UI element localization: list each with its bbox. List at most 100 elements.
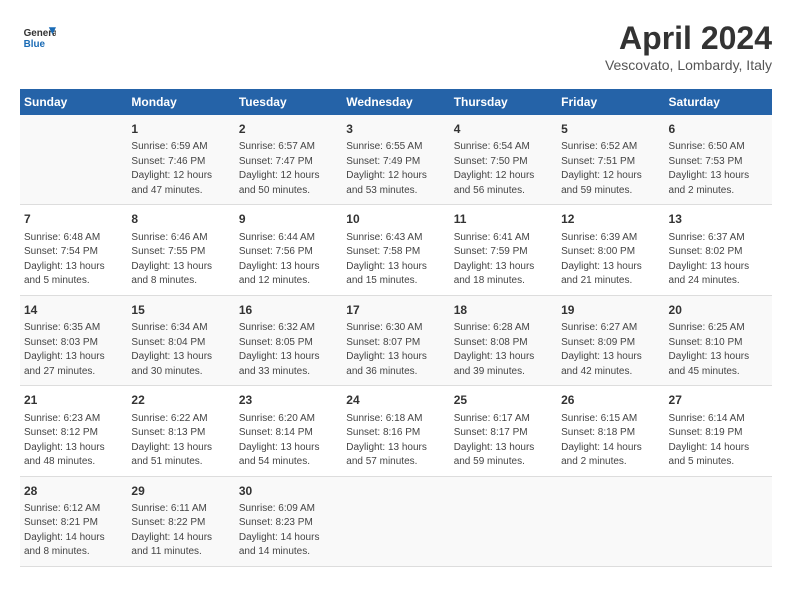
calendar-cell: 21Sunrise: 6:23 AM Sunset: 8:12 PM Dayli… [20, 386, 127, 476]
calendar-cell [665, 476, 772, 566]
day-info: Sunrise: 6:11 AM Sunset: 8:22 PM Dayligh… [131, 502, 230, 560]
day-number: 10 [346, 211, 445, 228]
calendar-cell: 14 Sunrise: 6:35 AM Sunset: 8:03 PM Dayli… [20, 295, 127, 385]
calendar-body: 1Sunrise: 6:59 AM Sunset: 7:46 PM Daylig… [20, 115, 772, 566]
calendar-cell [342, 476, 449, 566]
day-info: Sunrise: 6:22 AM Sunset: 8:13 PM Dayligh… [131, 412, 230, 470]
day-number: 25 [454, 392, 553, 409]
day-info: Sunrise: 6:43 AM Sunset: 7:58 PM Dayligh… [346, 231, 445, 289]
header-cell-saturday: Saturday [665, 89, 772, 115]
header-cell-wednesday: Wednesday [342, 89, 449, 115]
calendar-cell: 5 Sunrise: 6:52 AM Sunset: 7:51 PM Daylig… [557, 115, 664, 205]
logo: General Blue General Blue [20, 20, 56, 56]
calendar-cell: 16 Sunrise: 6:32 AM Sunset: 8:05 PM Dayli… [235, 295, 342, 385]
day-number: 30 [239, 483, 338, 500]
week-row-2: 7 Sunrise: 6:48 AM Sunset: 7:54 PM Daylig… [20, 205, 772, 295]
day-number: 1 [131, 121, 230, 138]
day-number: 23 [239, 392, 338, 409]
logo-icon: General Blue [20, 20, 56, 56]
week-row-3: 14 Sunrise: 6:35 AM Sunset: 8:03 PM Dayli… [20, 295, 772, 385]
day-number: 19 [561, 302, 660, 319]
day-info: Sunrise: 6:32 AM Sunset: 8:05 PM Dayligh… [239, 321, 338, 379]
page-header: General Blue General Blue April 2024 Ves… [20, 20, 772, 73]
header-cell-thursday: Thursday [450, 89, 557, 115]
calendar-cell: 7 Sunrise: 6:48 AM Sunset: 7:54 PM Daylig… [20, 205, 127, 295]
day-info: Sunrise: 6:39 AM Sunset: 8:00 PM Dayligh… [561, 231, 660, 289]
day-number: 22 [131, 392, 230, 409]
day-info: Sunrise: 6:44 AM Sunset: 7:56 PM Dayligh… [239, 231, 338, 289]
header-row: SundayMondayTuesdayWednesdayThursdayFrid… [20, 89, 772, 115]
calendar-cell [557, 476, 664, 566]
header-cell-friday: Friday [557, 89, 664, 115]
day-info: Sunrise: 6:14 AM Sunset: 8:19 PM Dayligh… [669, 412, 768, 470]
day-number: 3 [346, 121, 445, 138]
svg-text:Blue: Blue [24, 39, 46, 50]
calendar-cell [450, 476, 557, 566]
day-info: Sunrise: 6:55 AM Sunset: 7:49 PM Dayligh… [346, 140, 445, 198]
day-number: 18 [454, 302, 553, 319]
calendar-cell: 2Sunrise: 6:57 AM Sunset: 7:47 PM Daylig… [235, 115, 342, 205]
calendar-cell: 6 Sunrise: 6:50 AM Sunset: 7:53 PM Daylig… [665, 115, 772, 205]
calendar-cell [20, 115, 127, 205]
day-number: 27 [669, 392, 768, 409]
calendar-cell: 29 Sunrise: 6:11 AM Sunset: 8:22 PM Dayli… [127, 476, 234, 566]
day-number: 5 [561, 121, 660, 138]
calendar-cell: 10 Sunrise: 6:43 AM Sunset: 7:58 PM Dayli… [342, 205, 449, 295]
day-info: Sunrise: 6:48 AM Sunset: 7:54 PM Dayligh… [24, 231, 123, 289]
calendar-cell: 17 Sunrise: 6:30 AM Sunset: 8:07 PM Dayli… [342, 295, 449, 385]
calendar-cell: 15Sunrise: 6:34 AM Sunset: 8:04 PM Dayli… [127, 295, 234, 385]
day-number: 20 [669, 302, 768, 319]
day-info: Sunrise: 6:46 AM Sunset: 7:55 PM Dayligh… [131, 231, 230, 289]
day-number: 17 [346, 302, 445, 319]
day-info: Sunrise: 6:20 AM Sunset: 8:14 PM Dayligh… [239, 412, 338, 470]
header-cell-monday: Monday [127, 89, 234, 115]
day-number: 12 [561, 211, 660, 228]
day-info: Sunrise: 6:41 AM Sunset: 7:59 PM Dayligh… [454, 231, 553, 289]
calendar-cell: 1Sunrise: 6:59 AM Sunset: 7:46 PM Daylig… [127, 115, 234, 205]
day-info: Sunrise: 6:52 AM Sunset: 7:51 PM Dayligh… [561, 140, 660, 198]
day-info: Sunrise: 6:50 AM Sunset: 7:53 PM Dayligh… [669, 140, 768, 198]
day-number: 6 [669, 121, 768, 138]
calendar-cell: 8 Sunrise: 6:46 AM Sunset: 7:55 PM Daylig… [127, 205, 234, 295]
day-number: 29 [131, 483, 230, 500]
day-info: Sunrise: 6:17 AM Sunset: 8:17 PM Dayligh… [454, 412, 553, 470]
day-number: 11 [454, 211, 553, 228]
month-title: April 2024 [605, 20, 772, 57]
calendar-cell: 27 Sunrise: 6:14 AM Sunset: 8:19 PM Dayli… [665, 386, 772, 476]
day-info: Sunrise: 6:09 AM Sunset: 8:23 PM Dayligh… [239, 502, 338, 560]
calendar-cell: 23 Sunrise: 6:20 AM Sunset: 8:14 PM Dayli… [235, 386, 342, 476]
header-cell-sunday: Sunday [20, 89, 127, 115]
calendar-cell: 19Sunrise: 6:27 AM Sunset: 8:09 PM Dayli… [557, 295, 664, 385]
day-number: 7 [24, 211, 123, 228]
day-number: 26 [561, 392, 660, 409]
header-cell-tuesday: Tuesday [235, 89, 342, 115]
day-info: Sunrise: 6:12 AM Sunset: 8:21 PM Dayligh… [24, 502, 123, 560]
calendar-table: SundayMondayTuesdayWednesdayThursdayFrid… [20, 89, 772, 567]
calendar-cell: 11 Sunrise: 6:41 AM Sunset: 7:59 PM Dayli… [450, 205, 557, 295]
day-info: Sunrise: 6:35 AM Sunset: 8:03 PM Dayligh… [24, 321, 123, 379]
calendar-cell: 3 Sunrise: 6:55 AM Sunset: 7:49 PM Daylig… [342, 115, 449, 205]
week-row-1: 1Sunrise: 6:59 AM Sunset: 7:46 PM Daylig… [20, 115, 772, 205]
day-number: 8 [131, 211, 230, 228]
day-number: 9 [239, 211, 338, 228]
day-info: Sunrise: 6:37 AM Sunset: 8:02 PM Dayligh… [669, 231, 768, 289]
day-info: Sunrise: 6:18 AM Sunset: 8:16 PM Dayligh… [346, 412, 445, 470]
day-number: 16 [239, 302, 338, 319]
day-number: 13 [669, 211, 768, 228]
day-info: Sunrise: 6:57 AM Sunset: 7:47 PM Dayligh… [239, 140, 338, 198]
day-number: 15 [131, 302, 230, 319]
calendar-cell: 9 Sunrise: 6:44 AM Sunset: 7:56 PM Daylig… [235, 205, 342, 295]
calendar-cell: 4Sunrise: 6:54 AM Sunset: 7:50 PM Daylig… [450, 115, 557, 205]
calendar-cell: 28Sunrise: 6:12 AM Sunset: 8:21 PM Dayli… [20, 476, 127, 566]
day-info: Sunrise: 6:28 AM Sunset: 8:08 PM Dayligh… [454, 321, 553, 379]
day-info: Sunrise: 6:30 AM Sunset: 8:07 PM Dayligh… [346, 321, 445, 379]
calendar-cell: 30 Sunrise: 6:09 AM Sunset: 8:23 PM Dayli… [235, 476, 342, 566]
day-info: Sunrise: 6:25 AM Sunset: 8:10 PM Dayligh… [669, 321, 768, 379]
day-info: Sunrise: 6:15 AM Sunset: 8:18 PM Dayligh… [561, 412, 660, 470]
calendar-cell: 26 Sunrise: 6:15 AM Sunset: 8:18 PM Dayli… [557, 386, 664, 476]
location-subtitle: Vescovato, Lombardy, Italy [605, 57, 772, 73]
day-number: 14 [24, 302, 123, 319]
calendar-cell: 25 Sunrise: 6:17 AM Sunset: 8:17 PM Dayli… [450, 386, 557, 476]
title-block: April 2024 Vescovato, Lombardy, Italy [605, 20, 772, 73]
day-number: 4 [454, 121, 553, 138]
